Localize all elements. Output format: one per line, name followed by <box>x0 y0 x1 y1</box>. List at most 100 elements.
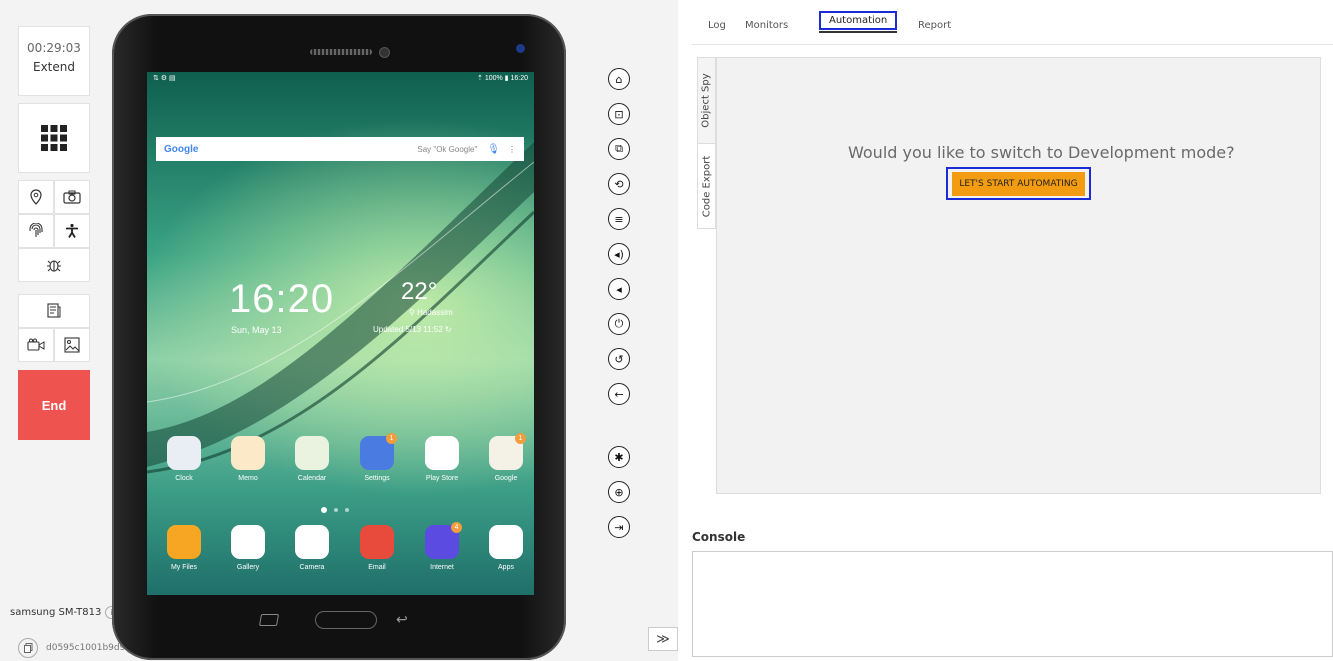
app-play-store[interactable]: Play Store <box>417 436 467 482</box>
app-google[interactable]: 1 Google <box>481 433 531 482</box>
app-label: Memo <box>238 475 258 482</box>
image-injection-button[interactable] <box>54 328 90 362</box>
google-logo: Google <box>164 143 199 155</box>
clock-icon <box>167 436 201 470</box>
accessibility-button[interactable] <box>54 214 90 248</box>
recent-apps-icon[interactable] <box>258 614 280 626</box>
video-camera-icon <box>27 338 45 351</box>
status-right: ⇡ 100% ▮ 16:20 <box>477 75 528 82</box>
tab-code-export[interactable]: Code Export <box>697 143 716 229</box>
app-label: My Files <box>170 564 198 571</box>
status-bar: ⇅ ⚙ ▤ ⇡ 100% ▮ 16:20 <box>147 72 534 86</box>
expand-panel-button[interactable]: ≫ <box>648 627 678 651</box>
weather-location: ⚲ Hadassim <box>409 308 453 317</box>
app-label: Internet <box>430 564 454 571</box>
console-output[interactable] <box>692 551 1333 657</box>
zoom-icon: ⊕ <box>614 485 624 499</box>
google-search-bar[interactable]: Google Say "Ok Google" 🎙 ⋮ <box>156 137 524 161</box>
notification-badge: 1 <box>515 433 526 444</box>
extend-button[interactable]: Extend <box>19 60 89 74</box>
end-session-button[interactable]: End <box>18 370 90 440</box>
zoom-button[interactable]: ⊕ <box>608 481 630 503</box>
session-timer: 00:29:03 <box>27 41 81 55</box>
location-button[interactable] <box>18 180 54 214</box>
memo-icon <box>231 436 265 470</box>
home-control-button[interactable]: ⌂ <box>608 68 630 90</box>
app-memo[interactable]: Memo <box>223 436 273 482</box>
arrow-left-icon: ← <box>614 387 624 401</box>
device-name: samsung SM-T813 <box>10 607 102 618</box>
copy-icon[interactable] <box>18 638 38 658</box>
camera-app-icon <box>295 525 329 559</box>
home-clock: 16:20 <box>229 277 335 321</box>
app-internet[interactable]: 4 Internet <box>417 522 467 571</box>
more-icon[interactable]: ⋮ <box>508 145 516 154</box>
back-control-button[interactable]: ← <box>608 383 630 405</box>
internet-icon: 4 <box>425 522 462 559</box>
page-indicator <box>321 507 349 513</box>
start-automating-highlight: LET'S START AUTOMATING <box>946 167 1091 200</box>
mic-icon[interactable]: 🎙 <box>487 144 500 155</box>
tab-object-spy[interactable]: Object Spy <box>697 57 716 143</box>
power-button[interactable]: ⏻ <box>608 313 630 335</box>
start-automating-button[interactable]: LET'S START AUTOMATING <box>952 171 1085 196</box>
my-files-icon <box>167 525 201 559</box>
sensor-icon <box>516 44 525 53</box>
volume-down-icon: ◂ <box>616 282 622 296</box>
image-icon <box>64 337 80 353</box>
app-gallery[interactable]: Gallery <box>223 525 273 571</box>
app-label: Play Store <box>425 475 459 482</box>
rotate-control-button[interactable]: ⟲ <box>608 173 630 195</box>
bug-icon <box>47 260 61 272</box>
speaker-grille <box>310 49 372 55</box>
home-button[interactable] <box>315 611 377 629</box>
app-my-files[interactable]: My Files <box>159 525 209 571</box>
screenshot-button[interactable] <box>54 180 90 214</box>
app-grid-button[interactable] <box>18 103 90 173</box>
lock-icon: ⊡ <box>614 107 624 121</box>
tab-report[interactable]: Report <box>918 20 951 31</box>
rotate-icon: ⟲ <box>614 177 624 191</box>
lock-control-button[interactable]: ⊡ <box>608 103 630 125</box>
export-button[interactable]: ⇥ <box>608 516 630 538</box>
device-screen[interactable]: ⇅ ⚙ ▤ ⇡ 100% ▮ 16:20 Google Say "Ok Goog… <box>147 72 534 595</box>
accessibility-icon <box>66 223 78 238</box>
volume-up-button[interactable]: ◂) <box>608 243 630 265</box>
app-label: Settings <box>364 475 390 482</box>
recent-control-button[interactable]: ⧉ <box>608 138 630 160</box>
app-label: Email <box>368 564 386 571</box>
location-pin-icon <box>30 189 42 205</box>
weather-updated: Updated 5/13 11:52 ↻ <box>373 325 452 334</box>
logs-button[interactable] <box>18 294 90 328</box>
back-icon[interactable]: ↩ <box>396 611 408 628</box>
tab-log[interactable]: Log <box>708 20 726 31</box>
device-settings-button[interactable]: ✱ <box>608 446 630 468</box>
app-clock[interactable]: Clock <box>159 436 209 482</box>
front-camera <box>379 47 390 58</box>
session-timer-box[interactable]: 00:29:03 Extend <box>18 26 90 96</box>
menu-control-button[interactable]: ≡ <box>608 208 630 230</box>
volume-up-icon: ◂) <box>614 247 624 261</box>
app-email[interactable]: Email <box>352 525 402 571</box>
tab-automation[interactable]: Automation <box>819 11 898 33</box>
camera-icon <box>63 190 81 204</box>
app-apps[interactable]: Apps <box>481 525 531 571</box>
record-video-button[interactable] <box>18 328 54 362</box>
google-folder-icon: 1 <box>489 433 526 470</box>
app-label: Camera <box>299 564 325 571</box>
copy-apps-icon: ⧉ <box>615 142 623 155</box>
volume-down-button[interactable]: ◂ <box>608 278 630 300</box>
tab-bar: Log Monitors Automation Report <box>692 0 1333 45</box>
gear-icon: ✱ <box>614 450 624 464</box>
tab-monitors[interactable]: Monitors <box>745 20 788 31</box>
app-camera[interactable]: Camera <box>287 525 337 571</box>
debug-button[interactable] <box>18 248 90 282</box>
fingerprint-button[interactable] <box>18 214 54 248</box>
email-icon <box>360 525 394 559</box>
development-mode-question: Would you like to switch to Development … <box>848 143 1235 162</box>
app-calendar[interactable]: Calendar <box>287 436 337 482</box>
app-label: Google <box>494 475 518 482</box>
reboot-button[interactable]: ↺ <box>608 348 630 370</box>
app-settings[interactable]: 1 Settings <box>352 433 402 482</box>
app-label: Apps <box>498 564 514 571</box>
